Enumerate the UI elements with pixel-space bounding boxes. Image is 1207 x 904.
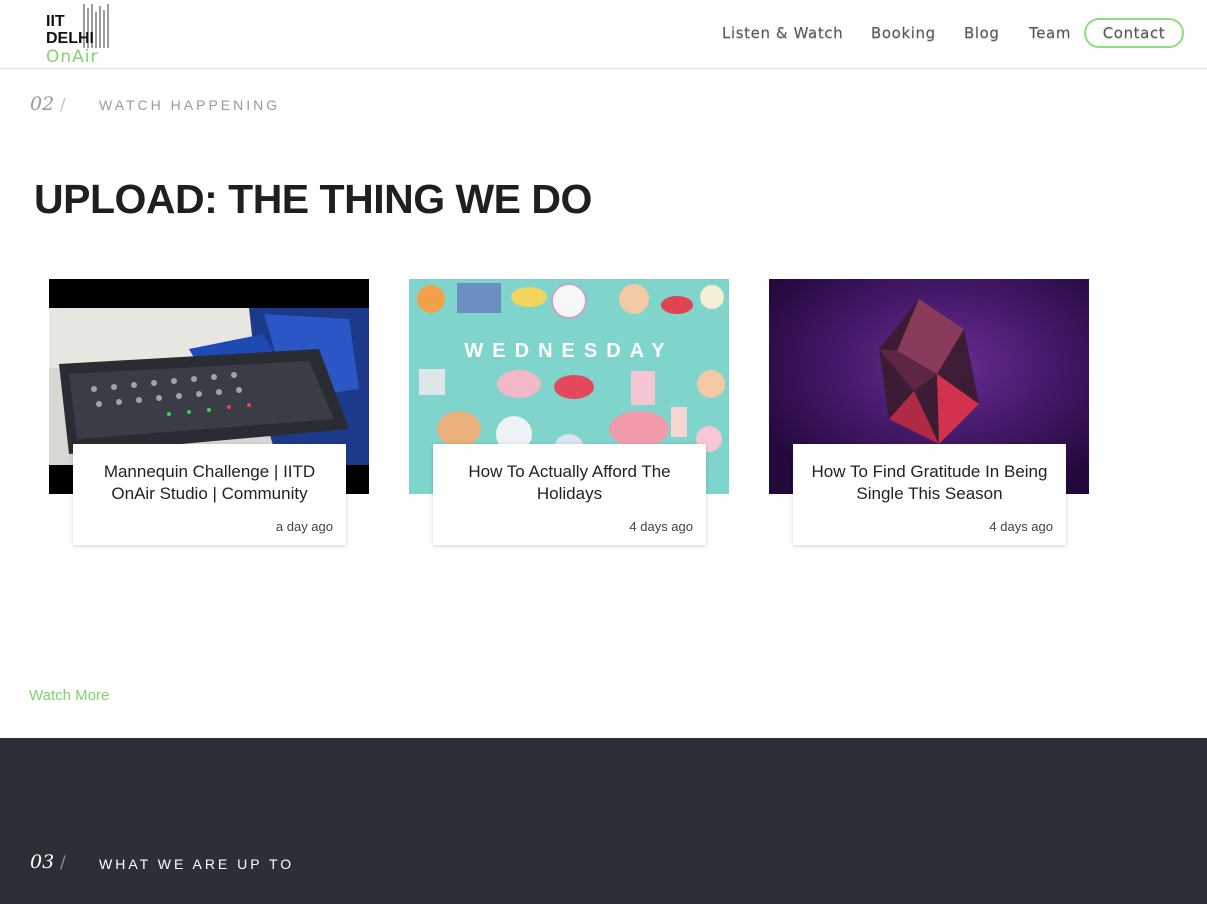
- video-title[interactable]: How To Actually Afford The Holidays: [443, 461, 696, 505]
- section-number: 03: [30, 851, 55, 873]
- thumbnail-text: WEDNESDAY: [464, 340, 673, 362]
- video-card[interactable]: How To Find Gratitude In Being Single Th…: [769, 279, 1089, 549]
- section-slash: /: [60, 853, 66, 873]
- section-label: WHAT WE ARE UP TO: [99, 856, 295, 872]
- video-caption: Mannequin Challenge | IITD OnAir Studio …: [73, 444, 346, 545]
- contact-button[interactable]: Contact: [1084, 18, 1184, 48]
- video-timestamp: a day ago: [275, 519, 333, 534]
- section-slash: /: [60, 95, 66, 115]
- video-card[interactable]: Mannequin Challenge | IITD OnAir Studio …: [49, 279, 369, 549]
- iitd-onair-logo[interactable]: IIT DELHI OnAir: [44, 2, 114, 66]
- page-title: UPLOAD: THE THING WE DO: [34, 176, 592, 222]
- logo-graphic: IIT DELHI OnAir: [46, 4, 109, 66]
- logo-line2: DELHI: [46, 30, 94, 47]
- video-title[interactable]: Mannequin Challenge | IITD OnAir Studio …: [83, 461, 336, 505]
- watch-more-link[interactable]: Watch More: [29, 687, 109, 704]
- section-number: 02: [30, 93, 55, 115]
- section-label: WATCH HAPPENING: [99, 97, 281, 113]
- video-card[interactable]: WEDNESDAY How To Actually Afford The Hol…: [409, 279, 729, 549]
- site-header: IIT DELHI OnAir Listen & Watch Booking B…: [0, 0, 1207, 69]
- logo-line1: IIT: [46, 13, 65, 30]
- video-timestamp: 4 days ago: [989, 519, 1053, 534]
- nav-listen-watch[interactable]: Listen & Watch: [722, 24, 843, 42]
- video-caption: How To Actually Afford The Holidays 4 da…: [433, 444, 706, 545]
- nav-team[interactable]: Team: [1029, 24, 1071, 42]
- video-title[interactable]: How To Find Gratitude In Being Single Th…: [803, 461, 1056, 505]
- nav-blog[interactable]: Blog: [964, 24, 1000, 42]
- up-to-section: 03 / WHAT WE ARE UP TO: [0, 738, 1207, 904]
- nav-booking[interactable]: Booking: [871, 24, 936, 42]
- video-timestamp: 4 days ago: [629, 519, 693, 534]
- logo-line3: OnAir: [46, 47, 99, 66]
- video-caption: How To Find Gratitude In Being Single Th…: [793, 444, 1066, 545]
